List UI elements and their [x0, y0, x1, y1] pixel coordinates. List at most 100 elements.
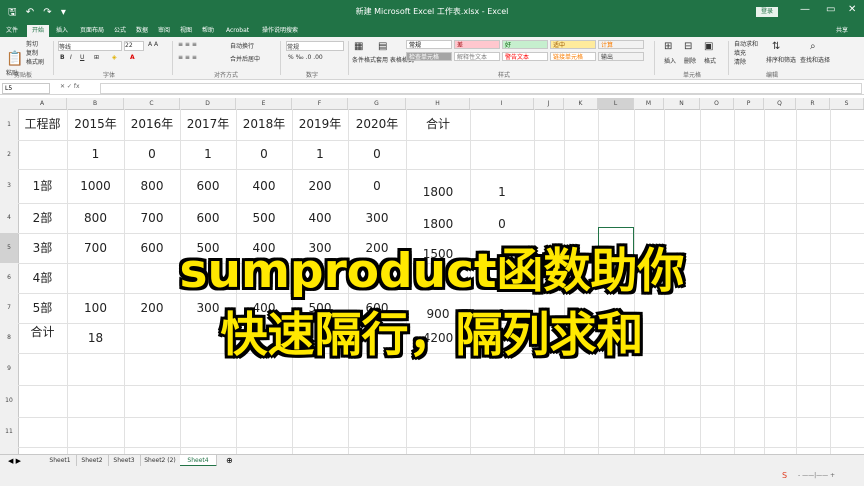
tab-insert[interactable]: 插入 — [56, 25, 68, 37]
delete-cells-icon[interactable]: ⊟ — [684, 41, 692, 52]
cell-style-item[interactable]: 检查单元格 — [406, 52, 452, 61]
italic-icon[interactable]: I — [70, 54, 72, 61]
font-size-select[interactable]: 22 — [124, 41, 144, 51]
tab-view[interactable]: 视图 — [180, 25, 192, 37]
flag-cell[interactable]: 1 — [180, 140, 236, 169]
value-cell[interactable]: 700 — [124, 203, 180, 233]
tab-formulas[interactable]: 公式 — [114, 25, 126, 37]
clear-button[interactable]: 清除 — [734, 57, 746, 66]
value-cell[interactable]: 0 — [348, 169, 406, 203]
border-icon[interactable]: ⊞ — [94, 54, 99, 61]
cell-style-item[interactable]: 计算 — [598, 40, 644, 49]
format-table-icon[interactable]: ▤ — [378, 41, 387, 52]
tab-data[interactable]: 数据 — [136, 25, 148, 37]
value-cell[interactable]: 1000 — [67, 169, 124, 203]
insert-cells-icon[interactable]: ⊞ — [664, 41, 672, 52]
format-cells-button[interactable]: 格式 — [704, 56, 716, 65]
column-header-r[interactable]: R — [796, 98, 830, 109]
value-cell[interactable]: 600 — [180, 203, 236, 233]
wrap-text-button[interactable]: 自动换行 — [230, 41, 254, 50]
fx-icon[interactable]: ✕ ✓ fx — [60, 83, 80, 90]
cell-style-item[interactable]: 警告文本 — [502, 52, 548, 61]
header-cell[interactable]: 2019年 — [292, 109, 348, 140]
number-format-select[interactable]: 常规 — [286, 41, 344, 51]
value-cell[interactable]: 800 — [67, 203, 124, 233]
value-cell[interactable]: 800 — [124, 169, 180, 203]
insert-cells-button[interactable]: 插入 — [664, 56, 676, 65]
row-header-3[interactable]: 3 — [0, 169, 18, 203]
cell-style-item[interactable]: 输出 — [598, 52, 644, 61]
cell-style-item[interactable]: 常规 — [406, 40, 452, 49]
column-header-q[interactable]: Q — [764, 98, 796, 109]
column-header-o[interactable]: O — [700, 98, 734, 109]
format-cells-icon[interactable]: ▣ — [704, 41, 713, 52]
flag-result-cell[interactable]: 0 — [470, 209, 534, 239]
value-cell[interactable]: 500 — [236, 203, 292, 233]
fill-button[interactable]: 填充 — [734, 48, 746, 57]
value-cell[interactable]: 600 — [180, 169, 236, 203]
row-label-cell[interactable]: 1部 — [18, 169, 67, 203]
column-header-m[interactable]: M — [634, 98, 664, 109]
formula-input[interactable] — [100, 83, 862, 94]
column-header-a[interactable]: A — [18, 98, 67, 109]
zoom-slider[interactable]: - ——|—— + — [798, 472, 835, 479]
column-header-e[interactable]: E — [236, 98, 292, 109]
login-button[interactable]: 登录 — [756, 7, 778, 17]
cell-style-item[interactable]: 链接单元格 — [550, 52, 596, 61]
header-cell[interactable]: 2016年 — [124, 109, 180, 140]
column-header-b[interactable]: B — [67, 98, 124, 109]
column-header-n[interactable]: N — [664, 98, 700, 109]
total-cell[interactable]: 1800 — [406, 209, 470, 239]
row-header-10[interactable]: 10 — [0, 385, 18, 417]
header-cell[interactable]: 2015年 — [67, 109, 124, 140]
autosum-button[interactable]: 自动求和 — [734, 39, 758, 48]
column-header-j[interactable]: J — [534, 98, 564, 109]
header-cell[interactable]: 2020年 — [348, 109, 406, 140]
column-header-d[interactable]: D — [180, 98, 236, 109]
column-header-l[interactable]: L — [598, 98, 634, 109]
column-header-s[interactable]: S — [830, 98, 864, 109]
column-header-h[interactable]: H — [406, 98, 470, 109]
tab-acrobat[interactable]: Acrobat — [226, 25, 249, 37]
minimize-icon[interactable]: — — [800, 4, 810, 15]
flag-cell[interactable]: 0 — [348, 140, 406, 169]
fill-color-icon[interactable]: ◈ — [112, 54, 117, 61]
cell-style-item[interactable]: 适中 — [550, 40, 596, 49]
maximize-icon[interactable]: ▭ — [826, 4, 835, 15]
format-painter-button[interactable]: 格式刷 — [26, 57, 44, 66]
close-icon[interactable]: ✕ — [848, 4, 856, 15]
column-header-g[interactable]: G — [348, 98, 406, 109]
header-cell[interactable]: 2017年 — [180, 109, 236, 140]
row-header-1[interactable]: 1 — [0, 109, 18, 140]
bold-icon[interactable]: B — [60, 54, 65, 61]
value-cell[interactable]: 300 — [348, 203, 406, 233]
tab-home[interactable]: 开始 — [27, 25, 50, 37]
font-name-select[interactable]: 等线 — [58, 41, 122, 51]
total-cell[interactable]: 1800 — [406, 175, 470, 209]
paste-icon[interactable]: 📋 — [6, 51, 23, 67]
name-box[interactable]: L5 — [2, 83, 50, 94]
row-label-cell[interactable]: 2部 — [18, 203, 67, 233]
font-grow-icon[interactable]: A A — [148, 41, 158, 48]
row-header-2[interactable]: 2 — [0, 140, 18, 169]
share-button[interactable]: 共享 — [836, 25, 848, 37]
flag-cell[interactable]: 0 — [236, 140, 292, 169]
column-header-p[interactable]: P — [734, 98, 764, 109]
value-cell[interactable]: 200 — [292, 169, 348, 203]
value-cell[interactable]: 400 — [292, 203, 348, 233]
find-select-button[interactable]: 查找和选择 — [800, 55, 830, 64]
header-cell[interactable]: 2018年 — [236, 109, 292, 140]
merge-center-button[interactable]: 合并后居中 — [230, 54, 260, 63]
currency-icon[interactable]: % ‰ .0 .00 — [288, 54, 323, 61]
tell-me-search[interactable]: 操作说明搜索 — [262, 25, 298, 37]
delete-cells-button[interactable]: 删除 — [684, 56, 696, 65]
cut-button[interactable]: 剪切 — [26, 39, 38, 48]
cell-style-item[interactable]: 好 — [502, 40, 548, 49]
sort-filter-button[interactable]: 排序和筛选 — [766, 55, 796, 64]
value-cell[interactable]: 400 — [236, 169, 292, 203]
tab-review[interactable]: 审阅 — [158, 25, 170, 37]
flag-cell[interactable]: 0 — [124, 140, 180, 169]
column-header-c[interactable]: C — [124, 98, 180, 109]
row-header-4[interactable]: 4 — [0, 203, 18, 233]
cell-style-item[interactable]: 解释性文本 — [454, 52, 500, 61]
